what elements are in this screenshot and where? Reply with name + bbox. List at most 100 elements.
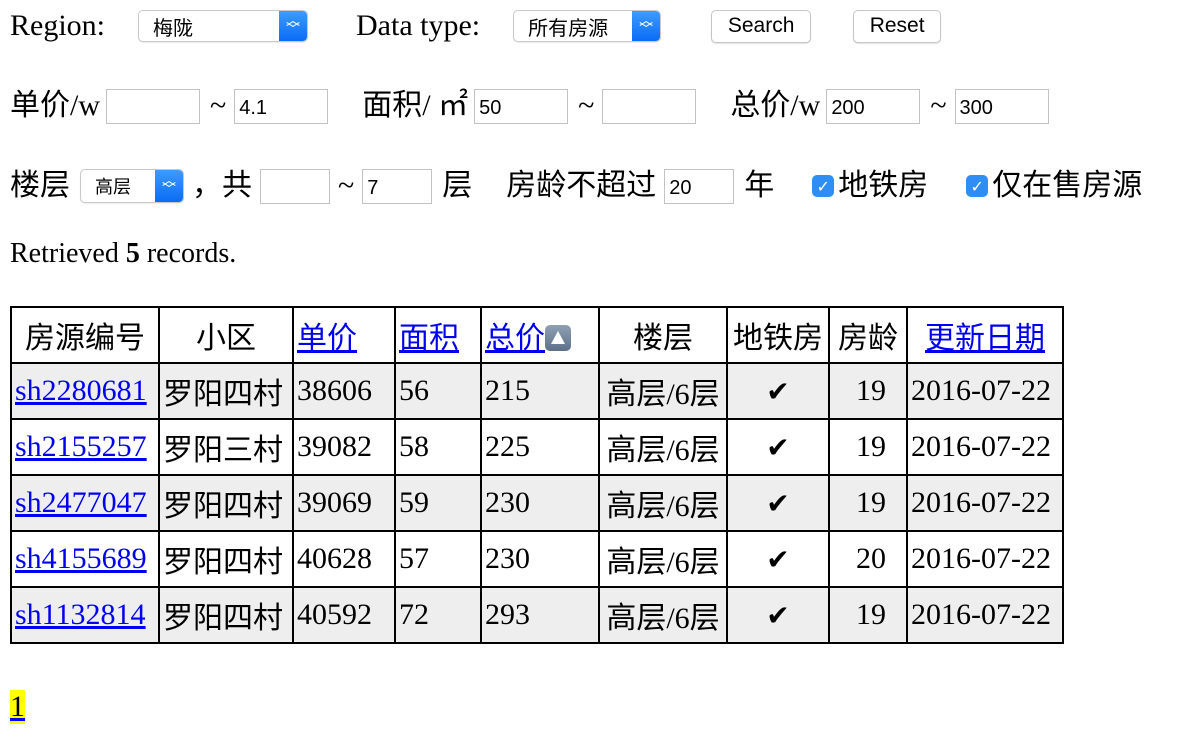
age-cell: 19 xyxy=(828,418,908,476)
listing-id-cell: sh4155689 xyxy=(10,530,160,588)
status-prefix: Retrieved xyxy=(10,238,119,269)
status-suffix: records. xyxy=(146,238,237,269)
unit-price-cell: 40628 xyxy=(292,530,396,588)
sort-area-link[interactable]: 面积 xyxy=(399,322,459,355)
subway-label: 地铁房 xyxy=(838,169,929,202)
listing-id-link[interactable]: sh1132814 xyxy=(15,598,146,631)
on-sale-label: 仅在售房源 xyxy=(992,169,1143,202)
area-max-input[interactable] xyxy=(602,88,697,124)
results-table: 房源编号 小区 单价 面积 总价 楼层 地铁房 房龄 更新日期 sh228068… xyxy=(10,306,1064,644)
unit-price-min-input[interactable] xyxy=(106,88,200,124)
floor-select[interactable]: 高层 ︿ ﹀ xyxy=(80,169,184,203)
listing-id-link[interactable]: sh4155689 xyxy=(15,542,147,575)
data-type-select[interactable]: 所有房源 ︿ ﹀ xyxy=(513,10,662,42)
data-type-select-value: 所有房源 xyxy=(528,15,609,40)
header-area-cell: 面积 xyxy=(394,306,482,364)
subway-check-icon: ✔ xyxy=(726,362,830,420)
area-min-input[interactable]: 50 xyxy=(474,88,569,124)
data-type-label: Data type: xyxy=(356,9,481,42)
area-cell: 58 xyxy=(394,418,482,476)
sort-total-link[interactable]: 总价 xyxy=(485,322,545,355)
community-cell: 罗阳四村 xyxy=(158,586,294,644)
reset-button[interactable]: Reset xyxy=(853,9,942,43)
search-button[interactable]: Search xyxy=(711,9,812,43)
total-floors-min-input[interactable] xyxy=(260,168,330,204)
floor-cell: 高层/6层 xyxy=(598,418,728,476)
total-price-cell: 215 xyxy=(480,362,600,420)
range-separator: ~ xyxy=(338,169,355,202)
unit-price-cell: 39069 xyxy=(292,474,396,532)
unit-price-cell: 38606 xyxy=(292,362,396,420)
listing-id-cell: sh2280681 xyxy=(10,362,160,420)
listing-id-cell: sh1132814 xyxy=(10,586,160,644)
on-sale-checkbox[interactable]: ✓ xyxy=(966,175,989,197)
pagination: 1 xyxy=(10,690,25,724)
community-cell: 罗阳三村 xyxy=(158,418,294,476)
listing-id-link[interactable]: sh2155257 xyxy=(15,430,147,463)
filter-row-1: Region: 梅陇 ︿ ﹀ Data type: 所有房源 ︿ ﹀ Search … xyxy=(10,8,942,44)
floor-cell: 高层/6层 xyxy=(598,474,728,532)
status-count: 5 xyxy=(125,238,140,269)
total-price-cell: 293 xyxy=(480,586,600,644)
total-price-label: 总价/w xyxy=(730,89,821,122)
sort-ascending-icon[interactable] xyxy=(545,325,571,352)
age-cell: 19 xyxy=(828,362,908,420)
total-floors-max-input[interactable]: 7 xyxy=(362,168,433,204)
table-row: sh2280681 罗阳四村 38606 56 215 高层/6层 ✔ 19 2016-07-2… xyxy=(10,362,1064,420)
total-price-max-input[interactable]: 300 xyxy=(954,88,1049,124)
age-label: 房龄不超过 xyxy=(506,169,657,202)
total-price-min-input[interactable]: 200 xyxy=(826,88,921,124)
area-cell: 57 xyxy=(394,530,482,588)
age-unit-label: 年 xyxy=(744,169,775,202)
subway-check-icon: ✔ xyxy=(726,586,830,644)
subway-check-icon: ✔ xyxy=(726,530,830,588)
table-header-row: 房源编号 小区 单价 面积 总价 楼层 地铁房 房龄 更新日期 xyxy=(10,306,1064,364)
listing-id-link[interactable]: sh2477047 xyxy=(15,486,147,519)
listing-id-cell: sh2155257 xyxy=(10,418,160,476)
subway-check-icon: ✔ xyxy=(726,418,830,476)
page-link-1[interactable]: 1 xyxy=(10,690,25,723)
area-label: 面积/ ㎡ xyxy=(362,89,469,122)
updated-date-cell: 2016-07-22 xyxy=(906,362,1064,420)
subway-checkbox[interactable]: ✓ xyxy=(812,175,835,197)
total-price-cell: 230 xyxy=(480,474,600,532)
filter-row-3: 楼层 高层 ︿ ﹀ ，共 ~ 7 层 房龄不超过 20 年 ✓ 地铁房 ✓ 仅在售… xyxy=(10,168,1142,204)
floor-cell: 高层/6层 xyxy=(598,586,728,644)
sort-updated-link[interactable]: 更新日期 xyxy=(925,322,1045,355)
region-select[interactable]: 梅陇 ︿ ﹀ xyxy=(138,10,308,42)
updated-date-cell: 2016-07-22 xyxy=(906,530,1064,588)
community-cell: 罗阳四村 xyxy=(158,362,294,420)
total-floors-label: ，共 xyxy=(192,169,252,202)
table-row: sh2155257 罗阳三村 39082 58 225 高层/6层 ✔ 19 2016-07-2… xyxy=(10,418,1064,476)
results-status: Retrieved 5 records. xyxy=(10,238,236,270)
total-price-cell: 230 xyxy=(480,530,600,588)
community-cell: 罗阳四村 xyxy=(158,474,294,532)
subway-check-icon: ✔ xyxy=(726,474,830,532)
area-cell: 59 xyxy=(394,474,482,532)
sort-unit-price-link[interactable]: 单价 xyxy=(297,322,357,355)
unit-price-cell: 40592 xyxy=(292,586,396,644)
header-community: 小区 xyxy=(158,306,294,364)
updated-date-cell: 2016-07-22 xyxy=(906,586,1064,644)
updated-date-cell: 2016-07-22 xyxy=(906,474,1064,532)
floors-unit-label: 层 xyxy=(442,169,473,202)
floor-cell: 高层/6层 xyxy=(598,530,728,588)
age-cell: 19 xyxy=(828,586,908,644)
header-floor: 楼层 xyxy=(598,306,728,364)
age-input[interactable]: 20 xyxy=(664,168,735,204)
listing-id-cell: sh2477047 xyxy=(10,474,160,532)
table-row: sh2477047 罗阳四村 39069 59 230 高层/6层 ✔ 19 2016-07-2… xyxy=(10,474,1064,532)
area-cell: 72 xyxy=(394,586,482,644)
unit-price-cell: 39082 xyxy=(292,418,396,476)
subway-checkbox-group[interactable]: ✓ 地铁房 xyxy=(812,168,928,204)
select-arrows-icon: ︿ ﹀ xyxy=(279,11,307,41)
header-total-cell: 总价 xyxy=(480,306,600,364)
unit-price-max-input[interactable]: 4.1 xyxy=(234,88,329,124)
on-sale-checkbox-group[interactable]: ✓ 仅在售房源 xyxy=(966,168,1142,204)
area-cell: 56 xyxy=(394,362,482,420)
floor-cell: 高层/6层 xyxy=(598,362,728,420)
listing-id-link[interactable]: sh2280681 xyxy=(15,374,147,407)
range-separator: ~ xyxy=(578,89,595,122)
floor-label: 楼层 xyxy=(10,169,70,202)
total-price-cell: 225 xyxy=(480,418,600,476)
